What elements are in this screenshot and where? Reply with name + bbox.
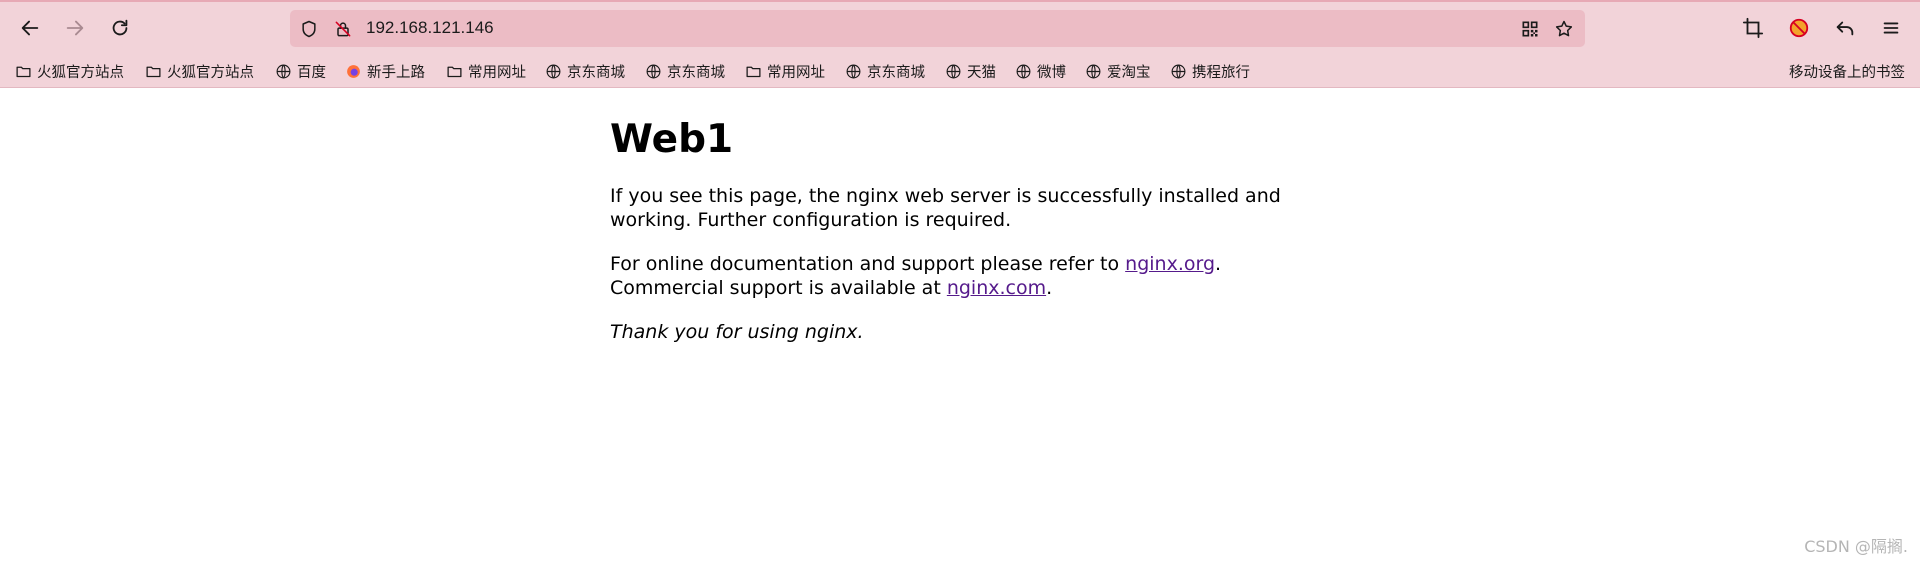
bookmark-label: 常用网址 (468, 64, 526, 81)
folder-icon (447, 66, 462, 77)
intro-paragraph: If you see this page, the nginx web serv… (610, 185, 1281, 231)
support-paragraph: For online documentation and support ple… (610, 252, 1310, 300)
undo-button[interactable] (1830, 13, 1860, 43)
hamburger-menu-icon (1883, 22, 1899, 34)
commercial-support-text: Commercial support is available at (610, 277, 947, 299)
bookmark-label: 火狐官方站点 (167, 64, 254, 81)
mobile-bookmarks-label: 移动设备上的书签 (1789, 64, 1905, 81)
bookmark-label: 京东商城 (867, 64, 925, 81)
bookmark-item[interactable]: 火狐官方站点 (15, 59, 124, 83)
globe-icon (646, 64, 661, 78)
globe-icon (1086, 64, 1101, 78)
bookmark-star-icon[interactable] (1553, 18, 1575, 40)
globe-icon (546, 64, 561, 78)
bookmark-item[interactable]: 常用网址 (446, 59, 526, 83)
bookmark-label: 爱淘宝 (1107, 64, 1151, 81)
bookmark-item[interactable]: 微博 (1015, 59, 1066, 83)
watermark: CSDN @隔搁. (1804, 537, 1908, 556)
arrow-right-icon (66, 20, 84, 36)
url-text[interactable]: 192.168.121.146 (366, 18, 494, 38)
bookmark-item[interactable]: 京东商城 (545, 59, 625, 83)
bookmarks-bar: 火狐官方站点 火狐官方站点 百度 新手上路 常用网址 京东商城 京东商城 常用网… (0, 54, 1920, 88)
bookmark-item[interactable]: 爱淘宝 (1085, 59, 1151, 83)
bookmark-label: 新手上路 (367, 64, 425, 81)
tracking-protection-shield-icon[interactable] (298, 18, 320, 40)
qr-code-icon[interactable] (1519, 18, 1541, 40)
back-button[interactable] (15, 13, 45, 43)
reload-icon (112, 19, 128, 36)
commercial-support-punct: . (1046, 277, 1053, 299)
support-text: For online documentation and support ple… (610, 253, 1126, 275)
mobile-bookmarks-item[interactable]: 移动设备上的书签 (1789, 59, 1905, 83)
bookmark-label: 微博 (1037, 64, 1066, 81)
bookmark-label: 京东商城 (567, 64, 625, 81)
page-content: Web1 If you see this page, the nginx web… (610, 116, 1310, 364)
address-bar[interactable]: 192.168.121.146 (290, 10, 1585, 47)
reload-button[interactable] (105, 13, 135, 43)
globe-icon (846, 64, 861, 78)
folder-icon (746, 66, 761, 77)
globe-icon (946, 64, 961, 78)
globe-icon (276, 64, 291, 78)
insecure-lock-icon[interactable] (332, 18, 354, 40)
page-title: Web1 (610, 117, 734, 162)
extension-button[interactable] (1784, 13, 1814, 43)
nginx-org-link[interactable]: nginx.org (1125, 253, 1215, 275)
bookmark-item[interactable]: 百度 (275, 59, 326, 83)
folder-icon (146, 66, 161, 77)
bookmark-label: 火狐官方站点 (37, 64, 124, 81)
crop-icon (1742, 17, 1764, 39)
globe-icon (1016, 64, 1031, 78)
bookmark-label: 常用网址 (767, 64, 825, 81)
thanks-text: Thank you for using nginx. (610, 321, 864, 343)
bookmark-item[interactable]: 新手上路 (345, 59, 425, 83)
forward-button[interactable] (60, 13, 90, 43)
bookmark-label: 携程旅行 (1192, 64, 1250, 81)
browser-toolbar: 192.168.121.146 (0, 0, 1920, 54)
bookmark-label: 京东商城 (667, 64, 725, 81)
bookmark-item[interactable]: 京东商城 (645, 59, 725, 83)
firefox-icon (347, 64, 360, 78)
blocked-extension-icon (1789, 18, 1809, 38)
folder-icon (16, 66, 31, 77)
bookmark-item[interactable]: 常用网址 (745, 59, 825, 83)
bookmark-label: 百度 (297, 64, 326, 81)
bookmark-item[interactable]: 京东商城 (845, 59, 925, 83)
screenshot-button[interactable] (1738, 13, 1768, 43)
bookmark-item[interactable]: 天猫 (945, 59, 996, 83)
undo-arrow-icon (1836, 21, 1854, 36)
nginx-com-link[interactable]: nginx.com (947, 277, 1046, 299)
menu-button[interactable] (1876, 13, 1906, 43)
bookmark-label: 天猫 (967, 64, 996, 81)
globe-icon (1171, 64, 1186, 78)
arrow-left-icon (21, 20, 39, 36)
bookmark-item[interactable]: 火狐官方站点 (145, 59, 254, 83)
support-text-punct: . (1215, 253, 1222, 275)
bookmark-item[interactable]: 携程旅行 (1170, 59, 1250, 83)
